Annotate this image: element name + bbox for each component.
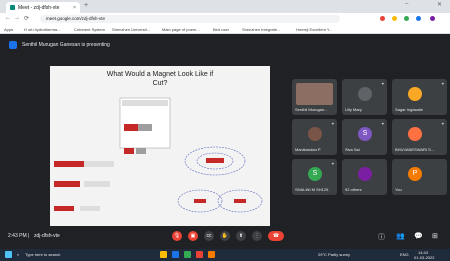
- bookmarks-bar: Apps H ofu hydrotherma... Coherent Syste…: [0, 25, 450, 34]
- bookmark-item[interactable]: Main page of poem...: [162, 27, 200, 32]
- clock-date: 01-03-2022: [414, 255, 435, 260]
- participant-tile[interactable]: ⌖ S SHALINI M SH125: [292, 159, 337, 195]
- participant-name: You: [395, 187, 402, 192]
- avatar: [358, 87, 372, 101]
- pin-icon[interactable]: ⌖: [442, 121, 444, 126]
- minimize-button[interactable]: –: [405, 1, 408, 7]
- app-icon[interactable]: [172, 251, 179, 258]
- profile-avatar[interactable]: [430, 16, 435, 21]
- participant-tile[interactable]: ⌖ Sagar Ingawale: [392, 79, 447, 115]
- app-icon[interactable]: [184, 251, 191, 258]
- participant-tile[interactable]: 92 others: [342, 159, 387, 195]
- bookmark-item[interactable]: Shenzhen Universit...: [112, 27, 150, 32]
- app-icon[interactable]: [208, 251, 215, 258]
- slide-diagram: [54, 97, 263, 213]
- participant-tile[interactable]: ⌖ Manikandan P: [292, 119, 337, 155]
- avatar: [358, 167, 372, 181]
- bookmark-item[interactable]: Apps: [4, 27, 13, 32]
- participant-name: 92 others: [345, 187, 362, 192]
- reload-icon[interactable]: ⟳: [24, 15, 29, 22]
- present-now-icon[interactable]: ⬆: [236, 231, 246, 241]
- bookmark-item[interactable]: Coherent System: [74, 27, 105, 32]
- participant-tile[interactable]: Senthil Murugan...: [292, 79, 337, 115]
- pin-icon[interactable]: ⌖: [332, 161, 334, 166]
- avatar: [296, 83, 333, 105]
- pin-icon[interactable]: ⌖: [442, 81, 444, 86]
- browser-nav-bar: ← → ⟳ meet.google.com/zdj-dfsh-vte: [0, 13, 450, 25]
- participant-name: Sagar Ingawale: [395, 107, 423, 112]
- address-bar[interactable]: meet.google.com/zdj-dfsh-vte: [40, 15, 340, 23]
- avatar: P: [408, 167, 422, 181]
- extension-icon[interactable]: [380, 16, 385, 21]
- taskbar-search-input[interactable]: Type here to search: [25, 252, 60, 257]
- participant-name: Lilly Mary: [345, 107, 362, 112]
- bookmark-item[interactable]: Shenzhen Integrate...: [242, 27, 280, 32]
- tab-title: Meet - zdj-dfsh-vte: [18, 4, 60, 11]
- new-tab-button[interactable]: +: [84, 2, 88, 9]
- pin-icon[interactable]: ⌖: [382, 81, 384, 86]
- camera-off-icon[interactable]: ▣: [188, 231, 198, 241]
- separator: |: [28, 233, 30, 239]
- participant-name: Manikandan P: [295, 147, 321, 152]
- participant-tile[interactable]: ⌖ BHUVANESWARI S...: [392, 119, 447, 155]
- chat-icon[interactable]: 💬: [414, 232, 423, 240]
- info-icon[interactable]: ⓘ: [378, 232, 385, 242]
- bookmark-item[interactable]: H ofu hydrotherma...: [24, 27, 60, 32]
- browser-tab-meet[interactable]: Meet - zdj-dfsh-vte ×: [6, 2, 80, 13]
- participant-name: BHUVANESWARI S...: [395, 147, 435, 152]
- leave-call-icon[interactable]: ☎: [268, 231, 284, 241]
- app-icon[interactable]: [196, 251, 203, 258]
- extension-icon[interactable]: [404, 16, 409, 21]
- avatar: [308, 127, 322, 141]
- bookmark-item[interactable]: Bird user: [213, 27, 229, 32]
- windows-taskbar: ⌕ Type here to search 29°C Partly sunny …: [0, 249, 450, 261]
- activities-icon[interactable]: ⊞: [432, 232, 438, 240]
- pin-icon[interactable]: ⌖: [382, 121, 384, 126]
- bookmark-item[interactable]: Homeji Excellent Y...: [296, 27, 332, 32]
- avatar: [408, 87, 422, 101]
- meeting-time: 2:43 PM: [8, 233, 27, 239]
- participant-name: SHALINI M SH125: [295, 187, 329, 192]
- avatar: S: [358, 127, 372, 141]
- participant-name: Senthil Murugan...: [295, 107, 328, 112]
- browser-tab-bar: Meet - zdj-dfsh-vte × + – ✕: [0, 0, 450, 13]
- extension-icon[interactable]: [392, 16, 397, 21]
- weather-text: 29°C Partly sunny: [318, 252, 351, 257]
- presenting-banner: Senthil Murugan Ganesan is presenting: [0, 38, 450, 52]
- back-arrow-icon[interactable]: ←: [5, 15, 11, 21]
- avatar: S: [308, 167, 322, 181]
- close-window-button[interactable]: ✕: [437, 1, 442, 8]
- participant-tile[interactable]: ⌖ S Siva Sai: [342, 119, 387, 155]
- meeting-controls-bar: 2:43 PM | zdj-dfsh-vte 🎙 ▣ cc ✋ ⬆ ⋮ ☎ ⓘ …: [0, 225, 450, 247]
- meet-favicon-icon: [10, 5, 15, 10]
- more-options-icon[interactable]: ⋮: [252, 231, 262, 241]
- extension-icon[interactable]: [416, 16, 421, 21]
- present-screen-icon: [9, 41, 17, 49]
- people-icon[interactable]: 👥: [396, 232, 405, 240]
- participant-tile[interactable]: ⌖ Lilly Mary: [342, 79, 387, 115]
- mic-off-icon[interactable]: 🎙: [172, 231, 182, 241]
- forward-arrow-icon[interactable]: →: [14, 15, 20, 21]
- captions-icon[interactable]: cc: [204, 231, 214, 241]
- avatar: [408, 127, 422, 141]
- pin-icon[interactable]: ⌖: [332, 121, 334, 126]
- app-icon[interactable]: [160, 251, 167, 258]
- windows-start-icon[interactable]: [5, 251, 12, 258]
- tab-close-icon[interactable]: ×: [73, 5, 76, 11]
- search-icon: ⌕: [17, 252, 20, 257]
- meeting-code: zdj-dfsh-vte: [34, 233, 60, 239]
- presenting-text: Senthil Murugan Ganesan is presenting: [22, 42, 110, 48]
- participant-tile[interactable]: P You: [392, 159, 447, 195]
- presentation-slide: What Would a Magnet Look Like if Cut?: [50, 66, 270, 226]
- url-text: meet.google.com/zdj-dfsh-vte: [46, 16, 106, 21]
- language-indicator[interactable]: ENG: [400, 252, 409, 257]
- participant-name: Siva Sai: [345, 147, 360, 152]
- raise-hand-icon[interactable]: ✋: [220, 231, 230, 241]
